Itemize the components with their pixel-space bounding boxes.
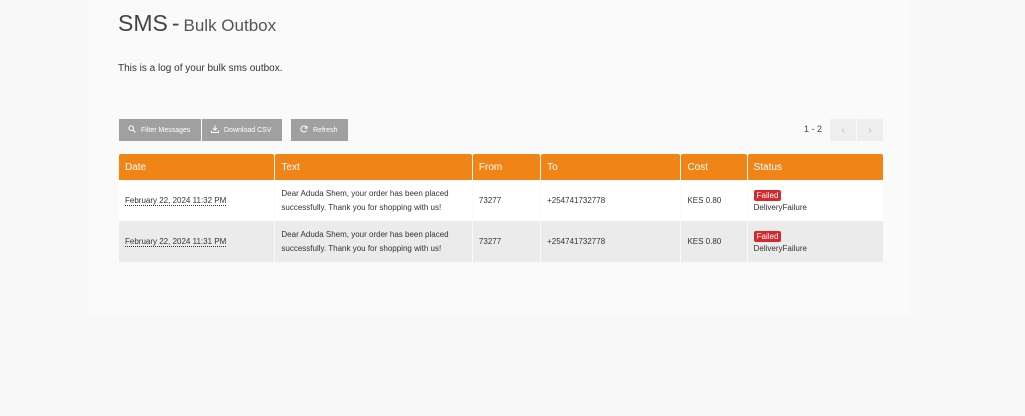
- chevron-left-icon: ‹: [841, 124, 845, 136]
- toolbar: Filter Messages Download CSV Refresh: [119, 119, 348, 141]
- message-from: 73277: [472, 221, 541, 262]
- date-cell: February 22, 2024 11:31 PM: [119, 221, 275, 262]
- refresh-button[interactable]: Refresh: [291, 119, 348, 141]
- refresh-label: Refresh: [313, 126, 338, 134]
- chevron-right-icon: ›: [868, 124, 872, 136]
- outbox-table: Date Text From To Cost Status February 2…: [118, 154, 884, 262]
- page-title: SMS - Bulk Outbox: [118, 10, 276, 37]
- filter-messages-label: Filter Messages: [141, 126, 191, 134]
- message-from: 73277: [472, 180, 541, 221]
- download-icon: [211, 125, 219, 135]
- column-header-cost[interactable]: Cost: [681, 154, 747, 180]
- previous-page-button[interactable]: ‹: [830, 119, 856, 141]
- message-to: +254741732778: [541, 180, 681, 221]
- column-header-from[interactable]: From: [472, 154, 541, 180]
- message-to: +254741732778: [541, 221, 681, 262]
- date-cell: February 22, 2024 11:32 PM: [119, 180, 275, 221]
- message-cost: KES 0.80: [681, 221, 747, 262]
- status-reason: DeliveryFailure: [753, 243, 807, 253]
- status-badge: Failed: [753, 189, 782, 201]
- pagination-count: 1 - 2: [804, 124, 823, 134]
- search-icon: [128, 125, 136, 135]
- table-header-row: Date Text From To Cost Status: [119, 154, 883, 180]
- filter-messages-button[interactable]: Filter Messages: [119, 119, 201, 141]
- page-subtitle: Bulk Outbox: [183, 16, 277, 35]
- message-cost: KES 0.80: [681, 180, 747, 221]
- refresh-icon: [300, 125, 308, 135]
- status-reason: DeliveryFailure: [753, 202, 807, 212]
- message-text: Dear Aduda Shem, your order has been pla…: [275, 221, 472, 262]
- table-row: February 22, 2024 11:32 PM Dear Aduda Sh…: [119, 180, 883, 221]
- status-cell: Failed DeliveryFailure: [747, 221, 883, 262]
- download-csv-button[interactable]: Download CSV: [202, 119, 282, 141]
- next-page-button[interactable]: ›: [857, 119, 883, 141]
- column-header-text[interactable]: Text: [275, 154, 472, 180]
- download-csv-label: Download CSV: [224, 126, 272, 134]
- message-date[interactable]: February 22, 2024 11:31 PM: [125, 237, 227, 247]
- message-date[interactable]: February 22, 2024 11:32 PM: [125, 196, 227, 206]
- message-text: Dear Aduda Shem, your order has been pla…: [275, 180, 472, 221]
- status-cell: Failed DeliveryFailure: [747, 180, 883, 221]
- column-header-to[interactable]: To: [541, 154, 681, 180]
- page-title-main: SMS: [118, 10, 168, 36]
- column-header-status[interactable]: Status: [747, 154, 883, 180]
- table-row: February 22, 2024 11:31 PM Dear Aduda Sh…: [119, 221, 883, 262]
- page-title-separator: -: [171, 10, 180, 36]
- status-badge: Failed: [753, 230, 782, 242]
- page-description: This is a log of your bulk sms outbox.: [118, 63, 283, 74]
- column-header-date[interactable]: Date: [119, 154, 275, 180]
